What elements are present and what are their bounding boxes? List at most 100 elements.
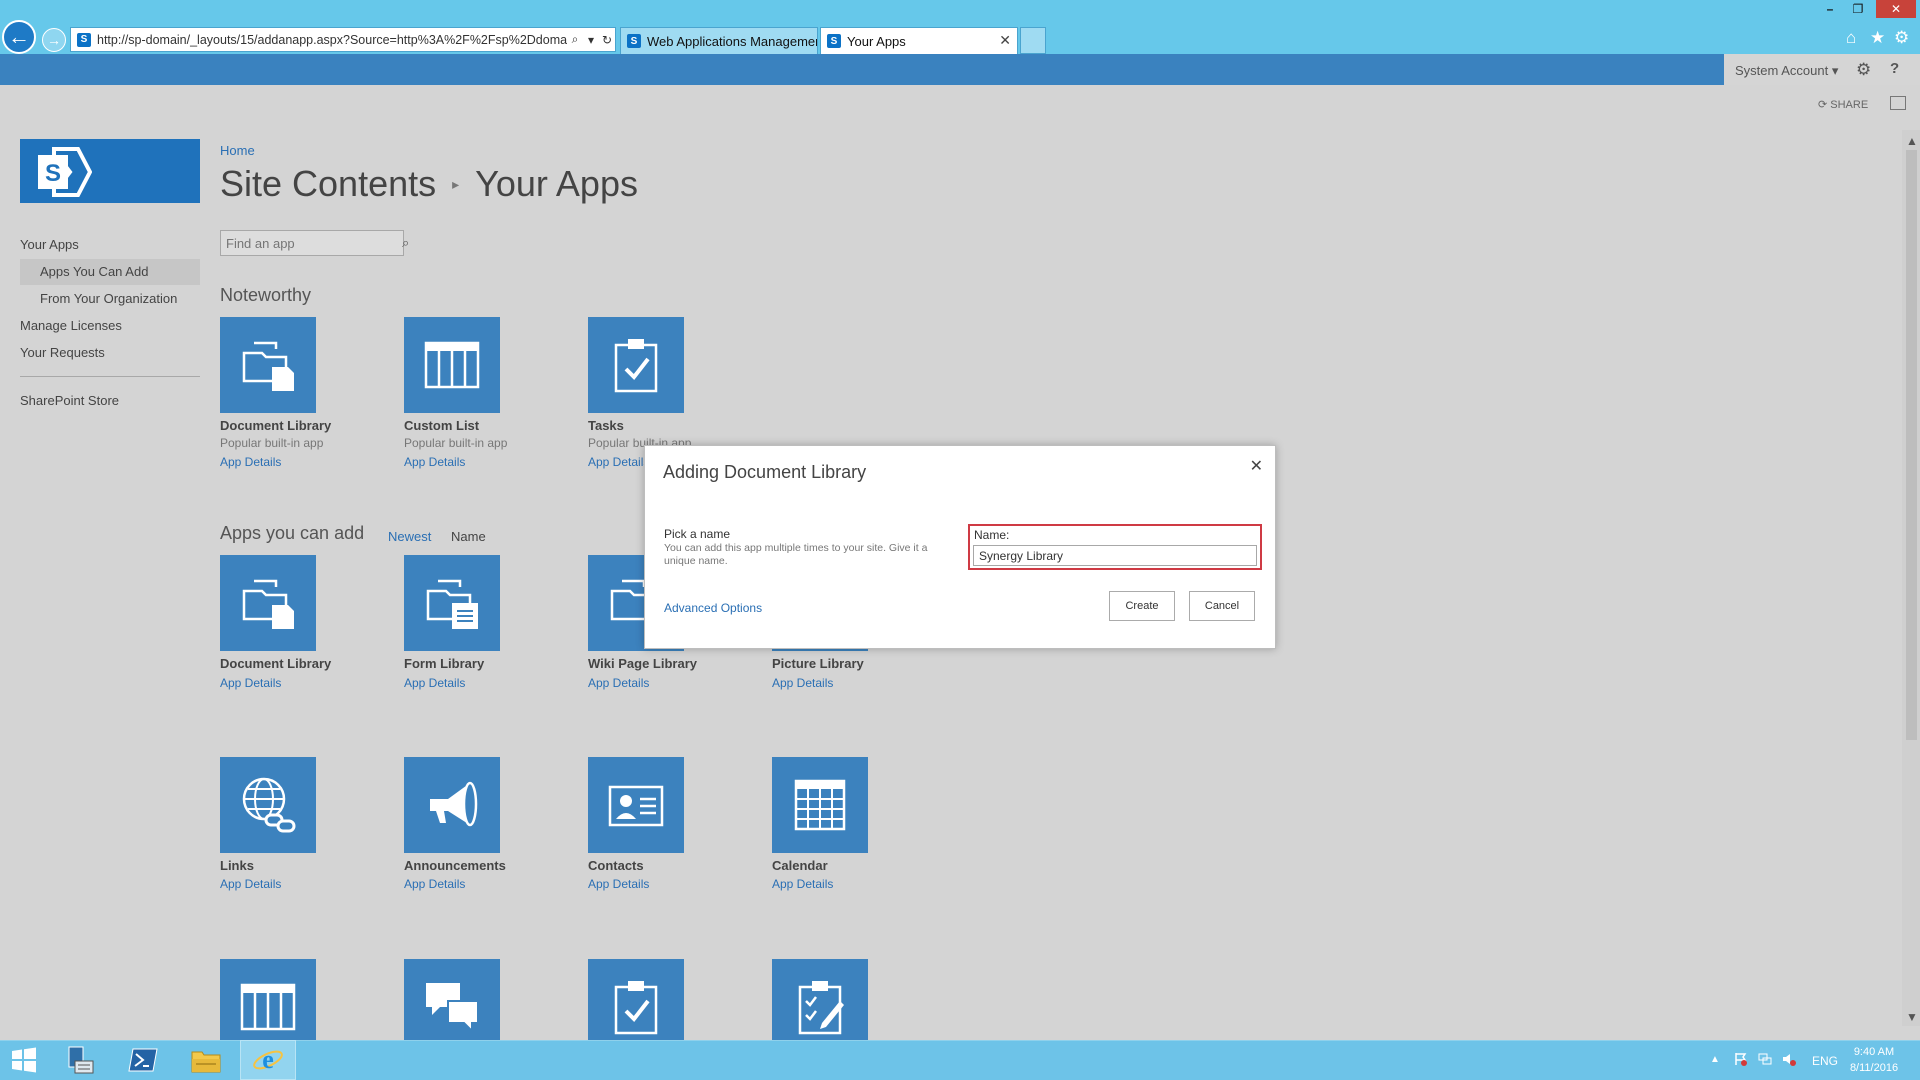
address-text[interactable]: http://sp-domain/_layouts/15/addanapp.as…: [97, 33, 567, 47]
dropdown-icon[interactable]: ▾: [583, 33, 599, 47]
scroll-thumb[interactable]: [1906, 150, 1917, 740]
app-name[interactable]: Contacts: [588, 858, 644, 873]
app-details-link[interactable]: App Details: [220, 455, 281, 469]
sidebar-item-from-your-organization[interactable]: From Your Organization: [40, 291, 177, 306]
app-tile-document-library[interactable]: [220, 317, 316, 413]
discussion-bubbles-icon: [426, 983, 479, 1034]
app-details-link[interactable]: App Details: [404, 877, 465, 891]
name-input[interactable]: [973, 545, 1257, 566]
share-button[interactable]: ⟳ SHARE: [1818, 98, 1868, 111]
app-tile-discussion-board[interactable]: [404, 959, 500, 1040]
search-input[interactable]: [221, 235, 402, 251]
input-language[interactable]: ENG: [1812, 1054, 1838, 1068]
help-icon[interactable]: ?: [1890, 60, 1899, 77]
sidebar-item-apps-you-can-add[interactable]: Apps You Can Add: [40, 264, 148, 279]
scroll-up-icon[interactable]: ▲: [1906, 134, 1918, 148]
app-tile-form-library[interactable]: [404, 555, 500, 651]
app-details-link[interactable]: App Details: [588, 877, 649, 891]
app-name[interactable]: Form Library: [404, 656, 484, 671]
search-icon[interactable]: ⌕: [402, 235, 409, 251]
advanced-options-link[interactable]: Advanced Options: [664, 601, 762, 615]
tasks-clipboard-icon: [614, 339, 658, 393]
app-name[interactable]: Announcements: [404, 858, 506, 873]
app-name[interactable]: Wiki Page Library: [588, 656, 697, 671]
sort-name-link[interactable]: Name: [451, 529, 486, 544]
app-tile-tasks[interactable]: [588, 317, 684, 413]
tab-your-apps[interactable]: S Your Apps ✕: [820, 27, 1018, 54]
tools-gear-icon[interactable]: ⚙: [1894, 28, 1909, 48]
focus-on-content-icon[interactable]: [1890, 96, 1906, 110]
clock-time[interactable]: 9:40 AM: [1846, 1046, 1902, 1058]
taskbar-internet-explorer[interactable]: e: [240, 1040, 296, 1080]
show-hidden-icons-icon[interactable]: ▲: [1710, 1054, 1720, 1065]
app-name[interactable]: Links: [220, 858, 254, 873]
app-tile-custom-list[interactable]: [404, 317, 500, 413]
minimize-button[interactable]: –: [1816, 0, 1844, 18]
app-tile-issue-tracking[interactable]: [772, 959, 868, 1040]
create-button[interactable]: Create: [1109, 591, 1175, 621]
search-icon[interactable]: ⌕: [567, 32, 583, 47]
action-center-flag-icon[interactable]: [1734, 1052, 1748, 1066]
issue-tracking-icon: [798, 981, 844, 1035]
back-button[interactable]: ←: [2, 20, 36, 54]
app-name[interactable]: Document Library: [220, 656, 331, 671]
cancel-button[interactable]: Cancel: [1189, 591, 1255, 621]
app-details-link[interactable]: App Details: [220, 877, 281, 891]
app-name[interactable]: Picture Library: [772, 656, 864, 671]
refresh-icon[interactable]: ↻: [599, 33, 615, 47]
app-details-link[interactable]: App Details: [404, 676, 465, 690]
volume-icon[interactable]: [1782, 1052, 1796, 1066]
breadcrumb-home-link[interactable]: Home: [220, 143, 255, 158]
sidebar-item-manage-licenses[interactable]: Manage Licenses: [20, 318, 122, 333]
app-details-link[interactable]: App Details: [772, 676, 833, 690]
app-details-link[interactable]: App Details: [772, 877, 833, 891]
pick-name-help: You can add this app multiple times to y…: [664, 542, 928, 567]
forward-button[interactable]: →: [42, 28, 66, 52]
settings-gear-icon[interactable]: ⚙: [1856, 60, 1871, 80]
home-icon[interactable]: ⌂: [1846, 28, 1856, 48]
sidebar-item-your-requests[interactable]: Your Requests: [20, 345, 105, 360]
sort-newest-link[interactable]: Newest: [388, 529, 431, 544]
tab-web-applications-management[interactable]: S Web Applications Management: [620, 27, 818, 54]
clock-date[interactable]: 8/11/2016: [1846, 1062, 1902, 1074]
app-tile-list[interactable]: [220, 959, 316, 1040]
favorites-star-icon[interactable]: ★: [1870, 28, 1885, 48]
app-tile-links[interactable]: [220, 757, 316, 853]
taskbar-powershell[interactable]: [115, 1040, 171, 1080]
restore-button[interactable]: ❐: [1844, 0, 1872, 18]
app-details-link[interactable]: App Details: [588, 455, 649, 469]
close-tab-icon[interactable]: ✕: [999, 32, 1011, 49]
scroll-down-icon[interactable]: ▼: [1906, 1010, 1918, 1024]
sidebar-item-sharepoint-store[interactable]: SharePoint Store: [20, 393, 119, 408]
address-bar[interactable]: S http://sp-domain/_layouts/15/addanapp.…: [70, 27, 616, 52]
app-name[interactable]: Document Library: [220, 418, 331, 433]
links-globe-icon: [242, 777, 296, 833]
app-details-link[interactable]: App Details: [588, 676, 649, 690]
app-details-link[interactable]: App Details: [220, 676, 281, 690]
app-tile-document-library[interactable]: [220, 555, 316, 651]
app-name[interactable]: Custom List: [404, 418, 479, 433]
apps-you-can-add-heading: Apps you can add: [220, 523, 365, 543]
app-tile-tasks-2[interactable]: [588, 959, 684, 1040]
window-close-button[interactable]: ✕: [1876, 0, 1916, 18]
title-parent-link[interactable]: Site Contents: [220, 163, 436, 205]
find-app-search[interactable]: ⌕: [220, 230, 409, 256]
app-tile-contacts[interactable]: [588, 757, 684, 853]
sidebar-item-your-apps[interactable]: Your Apps: [20, 237, 79, 252]
app-tile-announcements[interactable]: [404, 757, 500, 853]
app-tile-calendar[interactable]: [772, 757, 868, 853]
taskbar-server-manager[interactable]: [52, 1040, 108, 1080]
app-name[interactable]: Calendar: [772, 858, 828, 873]
start-button[interactable]: [0, 1040, 48, 1080]
sharepoint-logo-icon: S: [38, 147, 92, 197]
list-icon: [240, 983, 296, 1031]
user-menu[interactable]: System Account ▾: [1735, 63, 1838, 79]
close-icon[interactable]: ✕: [1250, 456, 1263, 476]
app-details-link[interactable]: App Details: [404, 455, 465, 469]
network-icon[interactable]: [1758, 1052, 1772, 1066]
app-name[interactable]: Tasks: [588, 418, 624, 433]
suite-bar: [0, 54, 1920, 85]
new-tab-button[interactable]: [1020, 27, 1046, 54]
taskbar-file-explorer[interactable]: [178, 1040, 234, 1080]
form-library-icon: [426, 579, 478, 629]
